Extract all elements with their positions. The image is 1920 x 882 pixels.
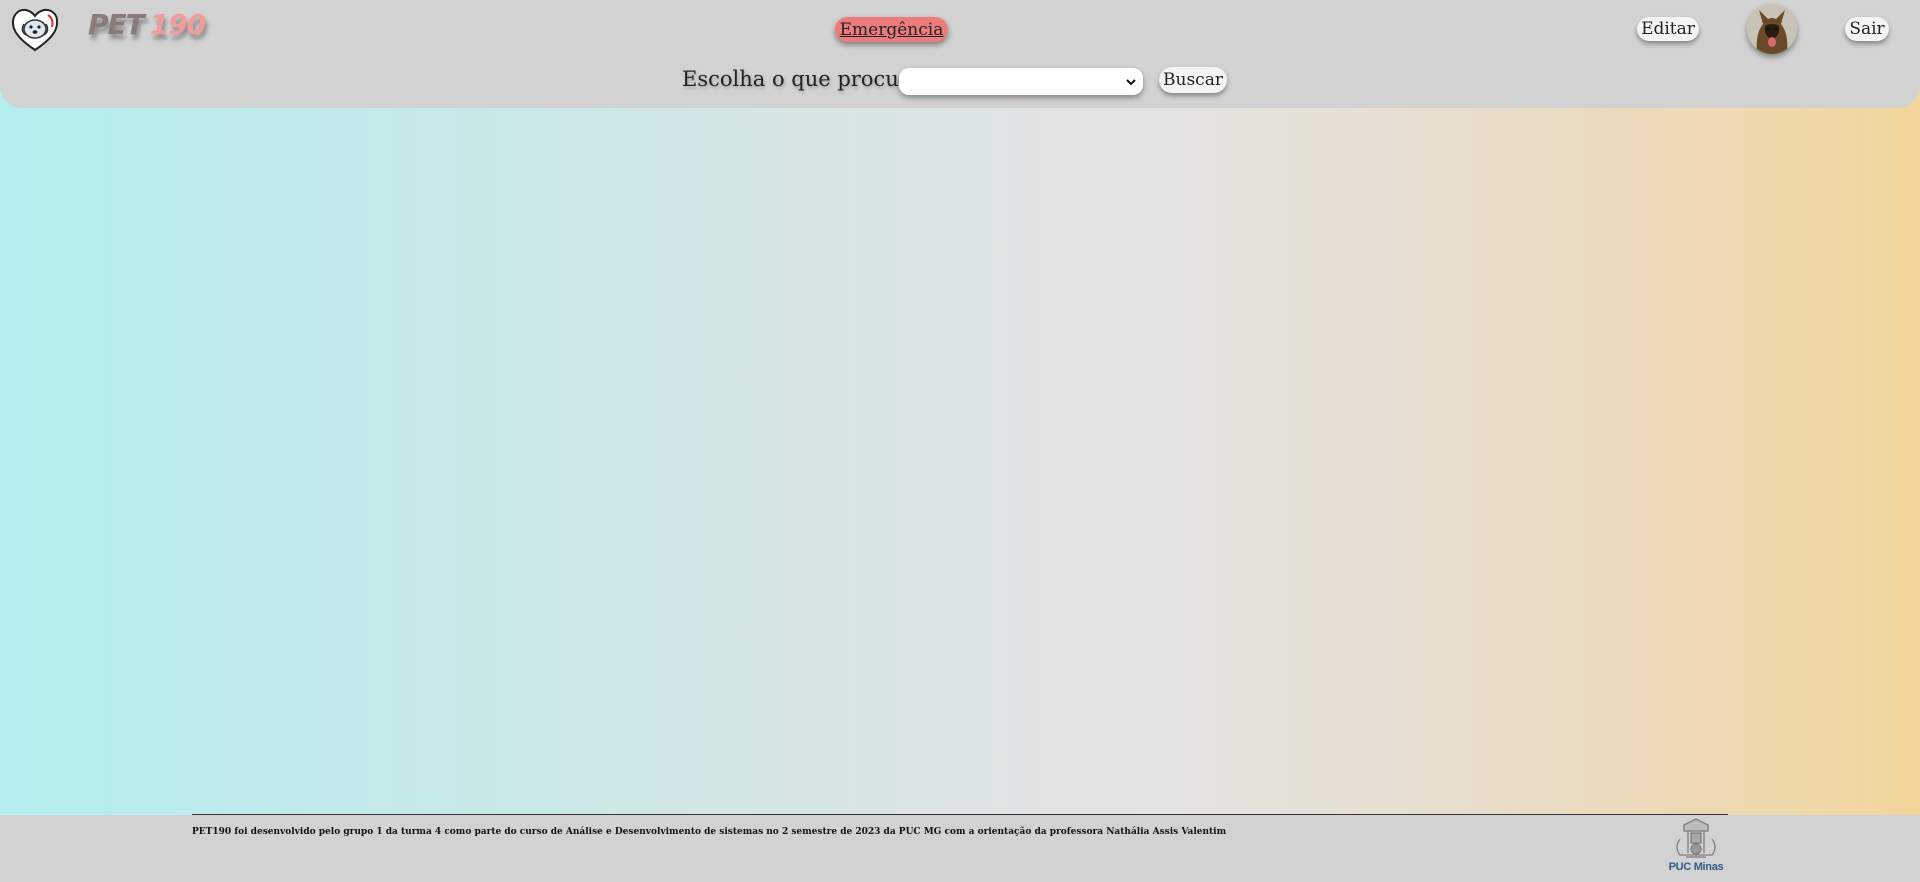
heart-dog-logo-icon[interactable] [10,7,60,53]
logo-text-number: 190 [149,8,206,41]
search-label: Escolha o que procura: [682,67,929,91]
header: PET 190 Emergência Editar Sair Escolha o … [0,0,1920,108]
category-select[interactable] [899,68,1143,95]
edit-button[interactable]: Editar [1637,17,1699,41]
avatar[interactable] [1747,4,1797,54]
logo-text-pet: PET [88,8,145,41]
puc-minas-logo-text: PUC Minas [1668,861,1724,873]
search-button[interactable]: Buscar [1159,67,1227,93]
chevron-down-icon [1126,78,1136,85]
logout-button[interactable]: Sair [1845,17,1889,41]
dog-avatar-image [1747,4,1797,54]
footer-divider [192,814,1728,815]
emergency-button[interactable]: Emergência [835,17,948,42]
footer [0,815,1920,882]
footer-credits: PET190 foi desenvolvido pelo grupo 1 da … [192,827,1227,837]
logo-text[interactable]: PET 190 [88,8,206,41]
